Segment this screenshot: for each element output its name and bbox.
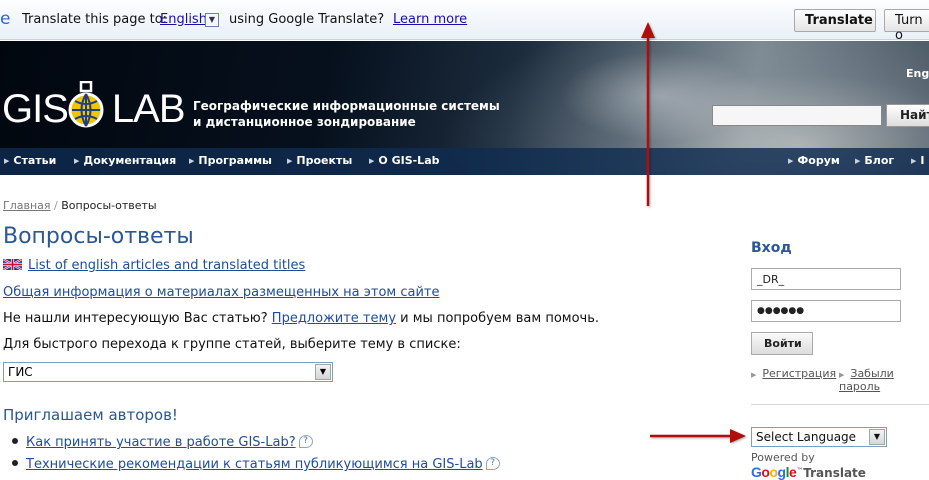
nav-item-blog[interactable]: ▶ Блог (855, 154, 894, 167)
authors-section-title: Приглашаем авторов! (3, 406, 178, 424)
arrow-right-icon (650, 429, 746, 443)
google-logo: Google (751, 464, 797, 480)
bullet-icon (12, 460, 18, 466)
suggest-topic-link[interactable]: Предложите тему (272, 311, 396, 326)
breadcrumb-separator: / (54, 199, 58, 212)
nav-label: Программы (198, 154, 273, 167)
powered-by-text: Powered by (751, 451, 815, 464)
logo-gis-text: GIS (2, 87, 69, 131)
google-letter: o (769, 464, 778, 480)
translate-button[interactable]: Translate (794, 9, 876, 32)
select-language-value: Select Language (756, 430, 857, 444)
forgot-label: Забыли пароль (839, 367, 894, 393)
english-articles-link[interactable]: List of english articles and translated … (28, 258, 305, 273)
topic-select[interactable]: ГИС ▼ (3, 362, 333, 382)
password-field[interactable]: ●●●●●● (751, 300, 901, 322)
google-letter: g (777, 464, 787, 480)
nav-label: Форум (797, 154, 840, 167)
register-link[interactable]: ▶ Регистрация (751, 367, 836, 380)
site-header: GIS LAB Географические информационные сис… (0, 41, 929, 175)
uk-flag-icon (3, 259, 22, 270)
author-participation-link[interactable]: Как принять участие в работе GIS-Lab? (26, 435, 296, 450)
earth-cloud (560, 51, 760, 141)
learn-more-link[interactable]: Learn more (393, 12, 467, 27)
site-search-input[interactable] (712, 105, 882, 126)
topic-selected-value: ГИС (8, 365, 33, 379)
suggest-topic-row: Не нашли интересующую Вас статью? Предло… (3, 311, 599, 326)
triangle-right-icon: ▶ (287, 157, 293, 165)
register-label: Регистрация (762, 367, 837, 380)
author-guidelines-link[interactable]: Технические рекомендации к статьям публи… (26, 457, 483, 472)
quick-nav-text: Для быстрого перехода к группе статей, в… (3, 337, 461, 352)
translate-suffix-text: using Google Translate? (229, 12, 385, 27)
general-info-link[interactable]: Общая информация о материалах размещенны… (3, 285, 440, 300)
chevron-down-icon[interactable]: ▼ (869, 429, 885, 445)
forgot-password-link[interactable]: ▶ Забыли пароль (839, 367, 929, 393)
globe-flask-icon (68, 81, 104, 128)
login-button[interactable]: Войти (751, 332, 813, 355)
translate-prompt-text: Translate this page to: (22, 12, 168, 27)
powered-by-google: Powered by Google™Translate (751, 451, 929, 480)
triangle-right-icon: ▶ (369, 157, 375, 165)
nav-label: Документация (83, 154, 177, 167)
breadcrumb-current: Вопросы-ответы (61, 199, 157, 212)
nav-label: Блог (864, 154, 895, 167)
general-info-row: Общая информация о материалах размещенны… (3, 285, 440, 300)
nav-label: О GIS-Lab (378, 154, 440, 167)
chevron-down-icon[interactable]: ▼ (315, 364, 331, 380)
nav-label: Проекты (296, 154, 353, 167)
nav-item-projects[interactable]: ▶ Проекты (287, 154, 352, 167)
list-item: Технические рекомендации к статьям публи… (12, 457, 500, 472)
nav-item-forum[interactable]: ▶ Форум (788, 154, 840, 167)
triangle-right-icon: ▶ (855, 157, 861, 165)
help-bubble-icon[interactable]: ? (485, 457, 500, 470)
chevron-down-icon[interactable]: ▼ (205, 13, 219, 27)
tagline-line-1: Географические информационные системы (193, 99, 500, 113)
translate-word: Translate (803, 466, 866, 480)
breadcrumb-home-link[interactable]: Главная (3, 199, 51, 212)
nav-label: Статьи (13, 154, 57, 167)
translate-language-link[interactable]: English (160, 12, 207, 27)
english-language-link[interactable]: Engl (906, 67, 929, 80)
triangle-right-icon: ▶ (751, 371, 757, 379)
triangle-right-icon: ▶ (788, 157, 794, 165)
triangle-right-icon: ▶ (189, 157, 195, 165)
search-button[interactable]: Найт (886, 104, 929, 127)
bullet-icon (12, 438, 18, 444)
page-title: Вопросы-ответы (3, 224, 194, 249)
list-item: Как принять участие в работе GIS-Lab?? (12, 435, 313, 450)
nav-label: I (920, 154, 925, 167)
select-language-dropdown[interactable]: Select Language ▼ (751, 427, 887, 447)
not-found-text: Не нашли интересующую Вас статью? (3, 311, 268, 326)
triangle-right-icon: ▶ (911, 157, 917, 165)
not-found-suffix-text: и мы попробуем вам помочь. (400, 311, 600, 326)
turn-off-button[interactable]: Turn o (884, 9, 929, 43)
login-title: Вход (751, 240, 792, 256)
english-articles-row: List of english articles and translated … (3, 258, 305, 273)
nav-item-articles[interactable]: ▶ Статьи (4, 154, 56, 167)
google-translate-logo-icon: e (0, 9, 11, 29)
tagline-line-2: и дистанционное зондирование (193, 115, 416, 129)
nav-item-about[interactable]: ▶ О GIS-Lab (369, 154, 440, 167)
site-tagline: Географические информационные системы и … (193, 98, 500, 130)
triangle-right-icon: ▶ (4, 157, 10, 165)
nav-item-more[interactable]: ▶ I (911, 154, 924, 167)
logo-lab-text: LAB (111, 87, 186, 131)
triangle-right-icon: ▶ (74, 157, 80, 165)
help-bubble-icon[interactable]: ? (298, 435, 313, 448)
google-translate-bar: e Translate this page to: English ▼ usin… (0, 0, 929, 43)
triangle-right-icon: ▶ (839, 371, 845, 379)
breadcrumb: Главная / Вопросы-ответы (3, 199, 157, 212)
google-letter: G (751, 464, 762, 480)
nav-item-documentation[interactable]: ▶ Документация (74, 154, 176, 167)
nav-item-programs[interactable]: ▶ Программы (189, 154, 272, 167)
main-navigation: ▶ Статьи ▶ Документация ▶ Программы ▶ Проект… (0, 148, 929, 175)
username-field[interactable]: _DR_ (751, 268, 901, 290)
sidebar-divider (751, 404, 929, 405)
